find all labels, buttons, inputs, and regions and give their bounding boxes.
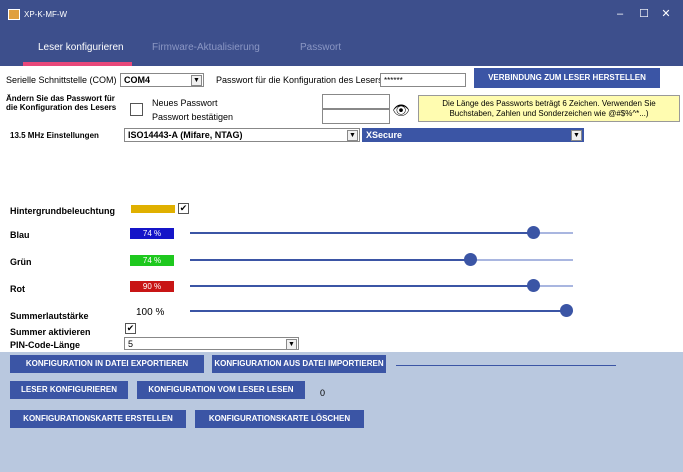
import-config-button[interactable]: KONFIGURATION AUS DATEI IMPORTIEREN [212, 355, 386, 373]
reader-password-input[interactable]: ****** [380, 73, 466, 87]
create-config-card-button[interactable]: KONFIGURATIONSKARTE ERSTELLEN [10, 410, 186, 428]
chevron-down-icon: ▼ [191, 75, 202, 86]
blue-slider[interactable] [190, 226, 573, 240]
red-slider[interactable] [190, 279, 573, 293]
green-slider[interactable] [190, 253, 573, 267]
progress-line [396, 365, 616, 366]
minimize-button[interactable]: – [610, 6, 630, 22]
backlight-label: Hintergrundbeleuchtung [10, 206, 115, 216]
eye-icon[interactable]: 👁 [390, 97, 412, 123]
slider-thumb[interactable] [560, 304, 573, 317]
password-hint: Die Länge des Passworts beträgt 6 Zeiche… [418, 95, 680, 122]
app-icon [8, 9, 20, 20]
chevron-down-icon: ▼ [347, 130, 358, 141]
green-value-box: 74 % [130, 255, 174, 266]
pin-length-select[interactable]: 5 ▼ [124, 337, 299, 350]
chevron-down-icon: ▼ [286, 339, 297, 350]
delete-config-card-button[interactable]: KONFIGURATIONSKARTE LÖSCHEN [195, 410, 364, 428]
title-bar [0, 0, 683, 30]
red-value-box: 90 % [130, 281, 174, 292]
active-tab-indicator [23, 62, 132, 66]
tab-firmware-update[interactable]: Firmware-Aktualisierung [152, 42, 260, 53]
slider-track-empty [470, 259, 573, 261]
backlight-checkbox[interactable]: ✔ [178, 203, 189, 214]
slider-thumb[interactable] [463, 253, 477, 266]
buzzer-volume-label: Summerlautstärke [10, 311, 89, 321]
com-port-label: Serielle Schnittstelle (COM) [6, 75, 117, 85]
window-title: XP-K-MF-W [24, 10, 68, 19]
new-password-input[interactable] [322, 94, 390, 109]
close-button[interactable]: ✕ [656, 6, 676, 22]
tab-configure-reader[interactable]: Leser konfigurieren [38, 42, 124, 53]
protocol-select[interactable]: ISO14443-A (Mifare, NTAG) ▼ [124, 128, 360, 142]
slider-thumb[interactable] [526, 226, 540, 239]
pin-length-value: 5 [128, 339, 134, 349]
secure-value: XSecure [366, 130, 403, 140]
chevron-down-icon: ▼ [571, 130, 582, 141]
blue-label: Blau [10, 230, 30, 240]
buzzer-volume-value: 100 % [136, 307, 165, 318]
red-label: Rot [10, 284, 25, 294]
blue-value-box: 74 % [130, 228, 174, 239]
export-config-button[interactable]: KONFIGURATION IN DATEI EXPORTIEREN [10, 355, 204, 373]
buzzer-volume-slider[interactable] [190, 304, 573, 318]
protocol-value: ISO14443-A (Mifare, NTAG) [128, 130, 243, 140]
slider-track-filled [190, 259, 471, 261]
buzzer-enable-label: Summer aktivieren [10, 327, 91, 337]
slider-track-filled [190, 285, 534, 287]
pin-length-label: PIN-Code-Länge [10, 340, 81, 350]
buzzer-enable-checkbox[interactable]: ✔ [125, 323, 136, 334]
configure-reader-button[interactable]: LESER KONFIGURIEREN [10, 381, 128, 399]
com-port-select[interactable]: COM4 ▼ [120, 73, 204, 87]
mhz-settings-label: 13.5 MHz Einstellungen [10, 131, 99, 140]
confirm-password-label: Passwort bestätigen [152, 112, 234, 122]
secure-select[interactable]: XSecure ▼ [362, 128, 584, 142]
new-password-label: Neues Passwort [152, 98, 218, 108]
tab-password[interactable]: Passwort [300, 42, 341, 53]
connect-reader-button[interactable]: VERBINDUNG ZUM LESER HERSTELLEN [474, 68, 660, 88]
maximize-button[interactable]: ☐ [634, 6, 654, 22]
change-password-label: Ändern Sie das Passwort für die Konfigur… [6, 94, 117, 112]
change-password-checkbox[interactable] [130, 103, 143, 116]
green-label: Grün [10, 257, 32, 267]
read-config-button[interactable]: KONFIGURATION VOM LESER LESEN [137, 381, 305, 399]
slider-thumb[interactable] [526, 279, 540, 292]
read-count: 0 [320, 388, 326, 398]
backlight-color-swatch[interactable] [131, 205, 175, 213]
reader-password-label: Passwort für die Konfiguration des Leser… [216, 75, 383, 85]
slider-track-filled [190, 232, 534, 234]
com-port-value: COM4 [124, 75, 151, 85]
slider-track-filled [190, 310, 567, 312]
confirm-password-input[interactable] [322, 109, 390, 124]
